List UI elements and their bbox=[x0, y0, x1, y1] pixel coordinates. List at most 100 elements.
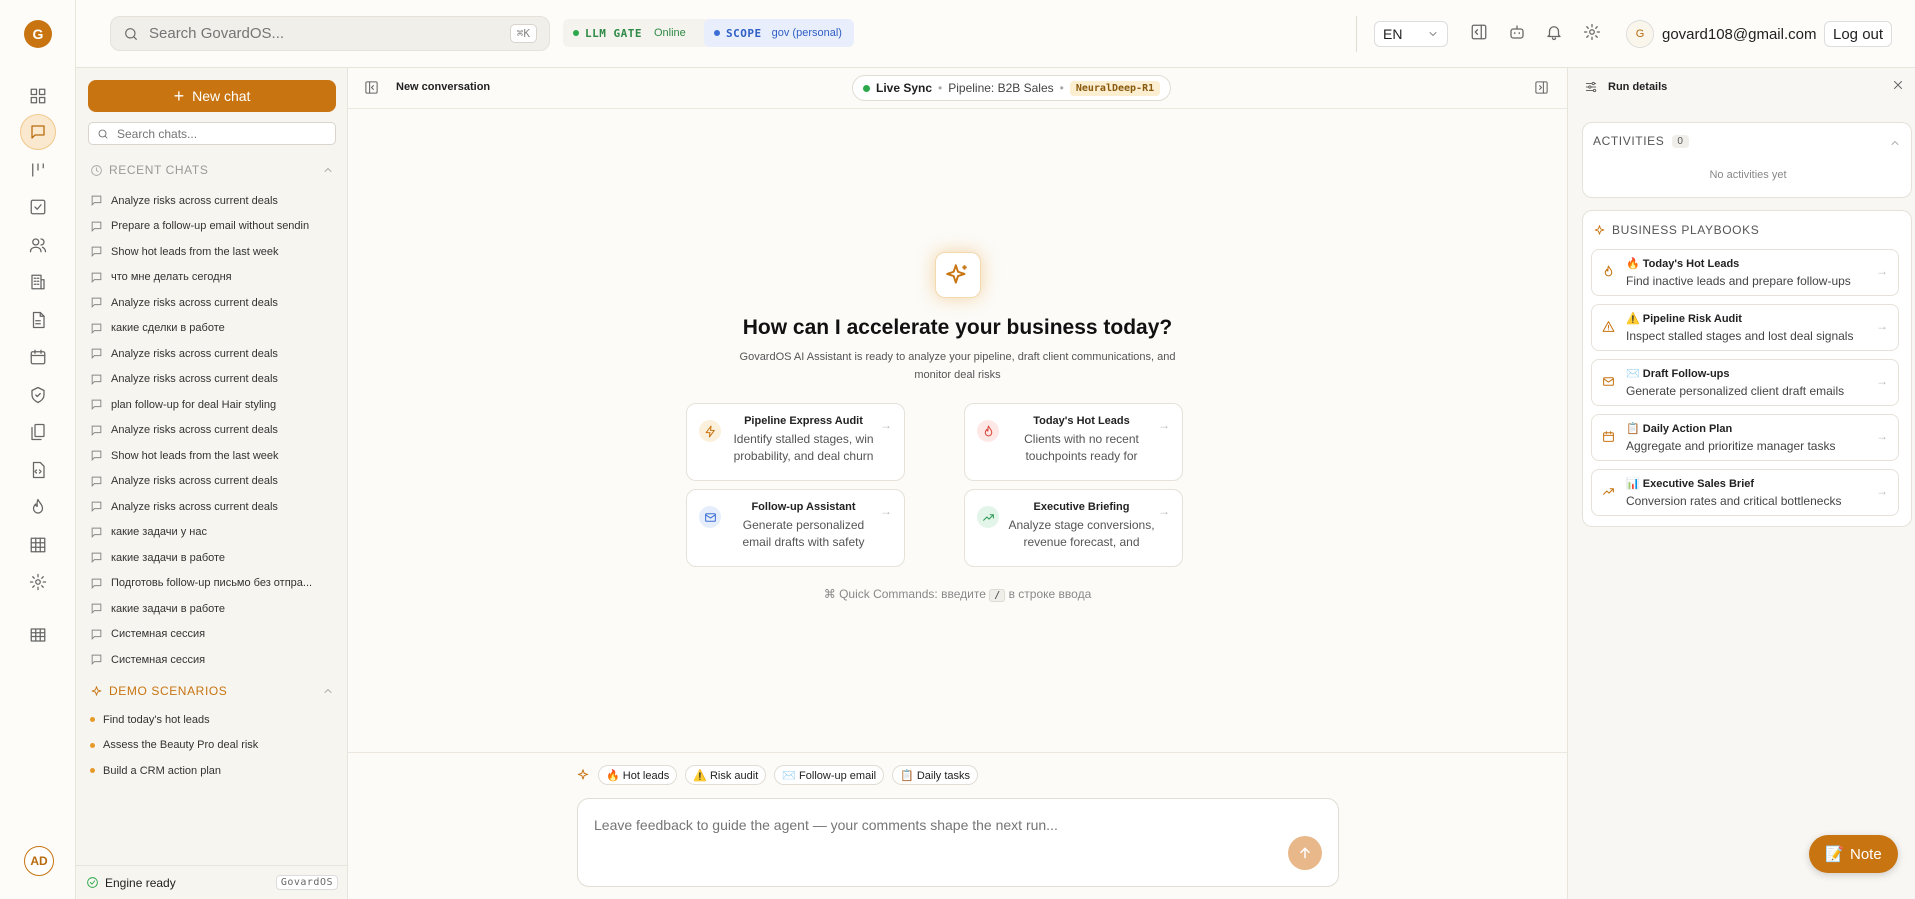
warning-icon bbox=[1602, 321, 1615, 332]
list-item[interactable]: Show hot leads from the last week bbox=[90, 239, 336, 265]
settings-icon[interactable] bbox=[20, 564, 56, 600]
note-button[interactable]: 📝 Note bbox=[1809, 835, 1898, 873]
tasks-icon[interactable] bbox=[20, 189, 56, 225]
contacts-icon[interactable] bbox=[20, 227, 56, 263]
suggestion-card[interactable]: Today's Hot Leads Clients with no recent … bbox=[964, 403, 1183, 481]
new-chat-button[interactable]: + New chat bbox=[88, 80, 336, 112]
list-item[interactable]: Системная сессия bbox=[90, 647, 336, 673]
user-menu[interactable]: G govard108@gmail.com bbox=[1626, 19, 1816, 49]
dashboard-icon[interactable] bbox=[20, 78, 56, 114]
list-item[interactable]: какие задачи в работе bbox=[90, 596, 336, 622]
logout-button[interactable]: Log out bbox=[1824, 21, 1893, 47]
list-item[interactable]: что мне делать сегодня bbox=[90, 265, 336, 291]
chat-icon bbox=[91, 603, 102, 615]
activities-header[interactable]: ACTIVITIES 0 bbox=[1593, 134, 1689, 148]
bolt-icon bbox=[705, 425, 715, 437]
list-item[interactable]: plan follow-up for deal Hair styling bbox=[90, 392, 336, 418]
prompt-chip[interactable]: 🔥 Hot leads bbox=[598, 765, 678, 785]
language-select[interactable]: EN bbox=[1374, 21, 1448, 47]
bot-icon[interactable] bbox=[1508, 23, 1526, 41]
prompt-chip[interactable]: ✉️ Follow-up email bbox=[774, 765, 885, 785]
playbook-item[interactable]: 📊 Executive Sales Brief Conversion rates … bbox=[1591, 469, 1899, 516]
calendar-icon[interactable] bbox=[20, 339, 56, 375]
files-icon[interactable] bbox=[20, 414, 56, 450]
list-item[interactable]: Analyze risks across current deals bbox=[90, 418, 336, 444]
playbook-item[interactable]: ⚠️ Pipeline Risk Audit Inspect stalled st… bbox=[1591, 304, 1899, 351]
arrow-right-icon: → bbox=[1876, 374, 1888, 388]
list-item[interactable]: Analyze risks across current deals bbox=[90, 367, 336, 393]
message-input[interactable] bbox=[594, 817, 1254, 837]
companies-icon[interactable] bbox=[20, 264, 56, 300]
chevron-down-icon bbox=[1429, 32, 1437, 36]
playbook-item[interactable]: 🔥 Today's Hot Leads Find inactive leads a… bbox=[1591, 249, 1899, 296]
playbook-item[interactable]: 📋 Daily Action Plan Aggregate and priorit… bbox=[1591, 414, 1899, 461]
chat-icon bbox=[91, 374, 102, 385]
chat-icon bbox=[91, 195, 102, 207]
grid-icon[interactable] bbox=[20, 527, 56, 563]
list-item[interactable]: Assess the Beauty Pro deal risk bbox=[90, 733, 336, 759]
chat-icon bbox=[91, 552, 102, 564]
sidebar-collapse-icon[interactable] bbox=[364, 80, 379, 95]
suggestion-card[interactable]: Executive Briefing Analyze stage conversi… bbox=[964, 489, 1183, 567]
list-item[interactable]: Analyze risks across current deals bbox=[90, 469, 336, 495]
gear-icon[interactable] bbox=[1583, 23, 1601, 41]
chat-icon bbox=[91, 221, 102, 232]
arrow-right-icon: → bbox=[1876, 484, 1888, 498]
playbook-icon bbox=[1602, 485, 1615, 498]
prompt-chip[interactable]: 📋 Daily tasks bbox=[892, 765, 979, 785]
right-panel-toggle-icon[interactable] bbox=[1534, 80, 1549, 95]
list-item[interactable]: Системная сессия bbox=[90, 622, 336, 648]
chat-search-input[interactable] bbox=[117, 126, 327, 141]
global-search-input[interactable] bbox=[149, 25, 510, 42]
suggestion-card[interactable]: Follow-up Assistant Generate personalized… bbox=[686, 489, 905, 567]
chat-icon bbox=[91, 348, 102, 360]
playbook-icon bbox=[1602, 320, 1615, 333]
chat-search[interactable] bbox=[88, 122, 336, 145]
code-icon[interactable] bbox=[20, 452, 56, 488]
trend-icon bbox=[982, 513, 994, 521]
table-icon[interactable] bbox=[20, 617, 56, 653]
list-item[interactable]: Find today's hot leads bbox=[90, 707, 336, 733]
list-item[interactable]: Подготовь follow-up письмо без отпра... bbox=[90, 571, 336, 597]
list-item[interactable]: Analyze risks across current deals bbox=[90, 494, 336, 520]
list-item[interactable]: Build a CRM action plan bbox=[90, 758, 336, 784]
suggestion-card[interactable]: Pipeline Express Audit Identify stalled s… bbox=[686, 403, 905, 481]
conversation-bar: New conversation Live Sync • Pipeline: B… bbox=[348, 68, 1567, 109]
documents-icon[interactable] bbox=[20, 302, 56, 338]
arrow-right-icon: → bbox=[1876, 319, 1888, 333]
global-search[interactable]: ⌘K bbox=[110, 16, 550, 51]
app-logo[interactable]: G bbox=[24, 20, 52, 48]
pipeline-icon[interactable] bbox=[20, 152, 56, 188]
chevron-up-icon[interactable] bbox=[1889, 137, 1901, 149]
chat-icon bbox=[91, 399, 102, 411]
bell-icon[interactable] bbox=[1545, 23, 1563, 41]
send-button[interactable] bbox=[1288, 836, 1322, 870]
list-item[interactable]: Prepare a follow-up email without sendin bbox=[90, 214, 336, 240]
security-icon[interactable] bbox=[20, 377, 56, 413]
search-icon bbox=[125, 27, 137, 40]
panel-toggle-icon[interactable] bbox=[1470, 23, 1488, 41]
list-item[interactable]: Show hot leads from the last week bbox=[90, 443, 336, 469]
mail-icon bbox=[704, 512, 716, 522]
list-item[interactable]: Analyze risks across current deals bbox=[90, 341, 336, 367]
list-item[interactable]: какие сделки в работе bbox=[90, 316, 336, 342]
prompt-chip[interactable]: ⚠️ Risk audit bbox=[685, 765, 767, 785]
recent-chats-header[interactable]: RECENT CHATS bbox=[90, 163, 334, 177]
hot-icon[interactable] bbox=[20, 489, 56, 525]
chat-icon bbox=[91, 629, 102, 640]
list-item[interactable]: какие задачи в работе bbox=[90, 545, 336, 571]
close-icon[interactable] bbox=[1891, 78, 1905, 92]
list-item[interactable]: какие задачи у нас bbox=[90, 520, 336, 546]
list-item[interactable]: Analyze risks across current deals bbox=[90, 188, 336, 214]
run-details-panel: Run details ACTIVITIES 0 No activities y… bbox=[1567, 68, 1915, 899]
scope-badge[interactable]: SCOPE gov (personal) bbox=[704, 19, 854, 47]
arrow-right-icon: → bbox=[1158, 504, 1170, 518]
demo-scenarios-header[interactable]: DEMO SCENARIOS bbox=[90, 684, 334, 698]
status-dot bbox=[714, 30, 720, 36]
chat-icon bbox=[91, 297, 102, 309]
playbook-item[interactable]: ✉️ Draft Follow-ups Generate personalized… bbox=[1591, 359, 1899, 406]
list-item[interactable]: Analyze risks across current deals bbox=[90, 290, 336, 316]
chat-icon[interactable] bbox=[20, 114, 56, 150]
card-icon bbox=[977, 506, 999, 528]
user-avatar[interactable]: AD bbox=[24, 846, 54, 876]
